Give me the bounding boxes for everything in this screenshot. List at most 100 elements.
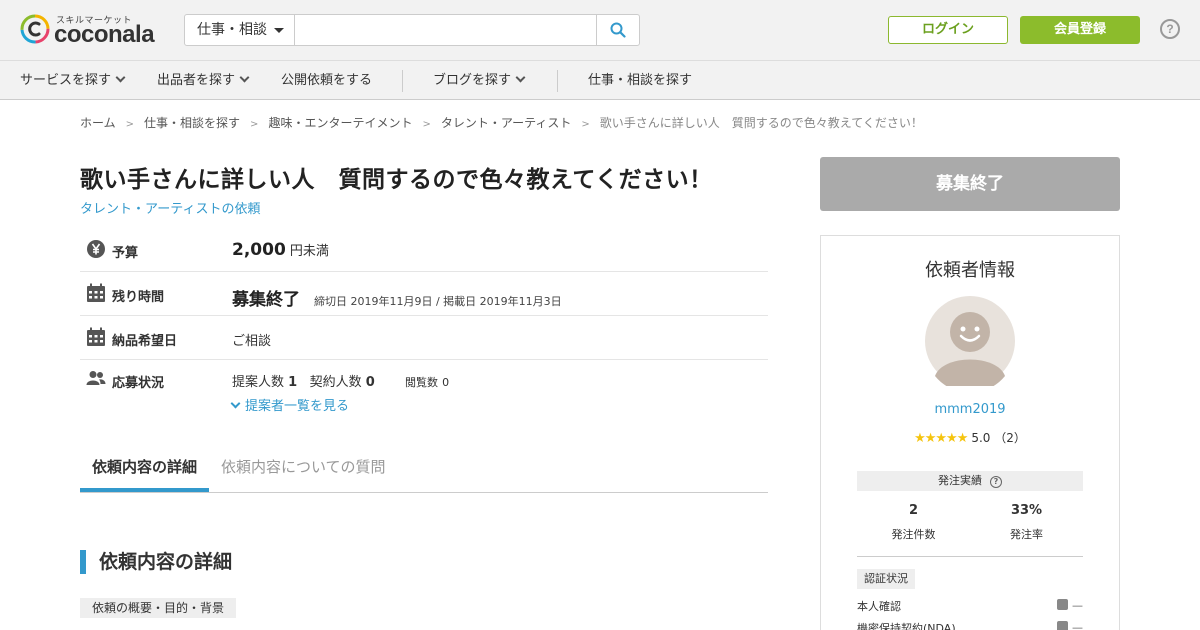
sub-heading: 依頼の概要・目的・背景 [80, 598, 237, 618]
orders-stat: 2 発注件数 [857, 503, 970, 542]
nav-divider [557, 70, 558, 92]
cert-status-text: — [1072, 599, 1083, 612]
cert-nda-status: — [1057, 620, 1083, 630]
breadcrumb-separator: > [125, 119, 135, 130]
breadcrumb-separator: > [422, 119, 431, 130]
breadcrumb-separator: > [250, 119, 259, 130]
rating-value: 5.0 [971, 431, 991, 445]
request-info-table: 予算 2,000 円未満 残り時間 募集終了 締切日 2019年11月9日 / 掲… [80, 228, 768, 420]
order-record-heading: 発注実績? [857, 471, 1083, 491]
search-input[interactable] [296, 15, 596, 45]
order-record-label: 発注実績 [938, 474, 982, 487]
breadcrumb: ホーム > 仕事・相談を探す > 趣味・エンターテイメント > タレント・アーティスト > 歌い… [80, 114, 923, 132]
budget-label: 予算 [112, 246, 139, 261]
nav-find-sellers[interactable]: 出品者を探す [157, 61, 250, 100]
budget-row: 予算 2,000 円未満 [80, 228, 768, 272]
cert-identity-status: — [1057, 598, 1083, 612]
client-info-card: 依頼者情報 mmm2019 ★★★★★ 5.0 （2） 発注実績? 2 発注件数 … [820, 235, 1120, 630]
views-count: 0 [442, 376, 450, 389]
nav-divider [402, 70, 403, 92]
views-label: 閲覧数 [404, 376, 438, 389]
star-rating-icon: ★★★★★ [914, 431, 968, 446]
breadcrumb-talent[interactable]: タレント・アーティスト [441, 114, 572, 131]
nav-item-label: 仕事・相談を探す [588, 73, 693, 88]
budget-amount: 2,000 [232, 240, 286, 260]
breadcrumb-home[interactable]: ホーム [80, 114, 116, 131]
nav-post-request[interactable]: 公開依頼をする [281, 61, 372, 100]
breadcrumb-current: 歌い手さんに詳しい人 質問するので色々教えてください！ [599, 116, 923, 130]
nav-find-blogs[interactable]: ブログを探す [433, 61, 526, 100]
orders-count: 2 [908, 503, 919, 518]
people-icon [86, 371, 106, 385]
certification-heading: 認証状況 [857, 569, 915, 589]
page-title: 歌い手さんに詳しい人 質問するので色々教えてください！ [80, 167, 713, 193]
logo-wordmark: coconala [54, 21, 155, 48]
remaining-time-value: 募集終了 締切日 2019年11月9日 / 掲載日 2019年11月3日 [232, 285, 562, 310]
avatar[interactable] [925, 296, 1015, 386]
nav-find-jobs[interactable]: 仕事・相談を探す [588, 61, 692, 100]
nav-item-label: 出品者を探す [157, 73, 236, 88]
search-category-label: 仕事・相談 [197, 22, 267, 38]
calendar-icon [87, 283, 105, 302]
client-username[interactable]: mmm2019 [821, 402, 1119, 417]
cert-nda-label: 機密保持契約(NDA) [857, 622, 956, 630]
header: スキルマーケット coconala 仕事・相談 ログイン 会員登録 ? [0, 0, 1200, 60]
coconala-logo-icon [20, 14, 50, 44]
detail-tabs: 依頼内容の詳細 依頼内容についての質問 [80, 446, 768, 493]
chevron-down-icon [515, 72, 526, 83]
global-nav: サービスを探す 出品者を探す 公開依頼をする ブログを探す 仕事・相談を探す [0, 60, 1200, 100]
client-rating: ★★★★★ 5.0 （2） [821, 429, 1119, 446]
cert-identity-row: 本人確認 — [857, 598, 1083, 618]
nav-find-services[interactable]: サービスを探す [20, 61, 126, 100]
question-icon[interactable]: ? [990, 476, 1002, 488]
help-icon[interactable]: ? [1160, 19, 1180, 39]
orders-label: 発注件数 [891, 528, 936, 541]
category-link[interactable]: タレント・アーティストの依頼 [80, 198, 260, 217]
proposals-label: 提案人数 [232, 375, 285, 390]
order-rate-stat: 33% 発注率 [970, 503, 1083, 542]
order-rate-label: 発注率 [1010, 528, 1043, 541]
remaining-time-label: 残り時間 [112, 290, 165, 305]
id-card-icon [1057, 599, 1068, 610]
tab-request-questions[interactable]: 依頼内容についての質問 [209, 446, 398, 492]
cert-status-text: — [1072, 621, 1083, 630]
nav-item-label: 公開依頼をする [281, 73, 373, 88]
tab-request-details[interactable]: 依頼内容の詳細 [80, 446, 210, 492]
breadcrumb-hobby[interactable]: 趣味・エンターテイメント [268, 114, 412, 131]
rating-count: （2） [994, 431, 1026, 445]
chevron-down-icon [230, 398, 241, 409]
breadcrumb-jobs[interactable]: 仕事・相談を探す [144, 114, 240, 131]
order-rate: 33% [1010, 503, 1043, 518]
search-bar: 仕事・相談 [184, 14, 640, 46]
search-icon [610, 22, 626, 38]
delivery-date-row: 納品希望日 ご相談 [80, 316, 768, 360]
login-button[interactable]: ログイン [888, 16, 1008, 44]
application-status-label: 応募状況 [112, 376, 165, 391]
application-counts: 提案人数 1 契約人数 0 閲覧数 0 [232, 371, 449, 390]
register-button[interactable]: 会員登録 [1020, 16, 1140, 44]
recruitment-closed-button: 募集終了 [820, 157, 1120, 211]
remaining-time-row: 残り時間 募集終了 締切日 2019年11月9日 / 掲載日 2019年11月3日 [80, 272, 768, 316]
caret-down-icon [274, 28, 284, 33]
breadcrumb-separator: > [581, 119, 590, 130]
yen-icon [87, 240, 105, 258]
document-icon [1057, 621, 1068, 630]
delivery-date-value: ご相談 [232, 334, 272, 349]
application-status-row: 応募状況 提案人数 1 契約人数 0 閲覧数 0 提案者一覧を見る [80, 360, 768, 420]
divider [857, 556, 1083, 557]
deadline-meta: 締切日 2019年11月9日 / 掲載日 2019年11月3日 [314, 295, 562, 308]
chevron-down-icon [115, 72, 126, 83]
section-title: 依頼内容の詳細 [80, 550, 232, 574]
proposer-list-link[interactable]: 提案者一覧を見る [230, 395, 349, 414]
coconala-logo[interactable]: スキルマーケット coconala [20, 12, 165, 48]
budget-suffix: 円未満 [289, 244, 329, 259]
search-category-select[interactable]: 仕事・相談 [185, 15, 295, 45]
budget-value: 2,000 円未満 [232, 240, 329, 260]
nav-item-label: ブログを探す [433, 73, 512, 88]
calendar-icon [87, 327, 105, 346]
contracts-label: 契約人数 [309, 375, 362, 390]
proposals-count: 1 [288, 375, 298, 390]
search-button[interactable] [596, 15, 639, 45]
remaining-status: 募集終了 [232, 290, 300, 310]
contracts-count: 0 [365, 375, 375, 390]
